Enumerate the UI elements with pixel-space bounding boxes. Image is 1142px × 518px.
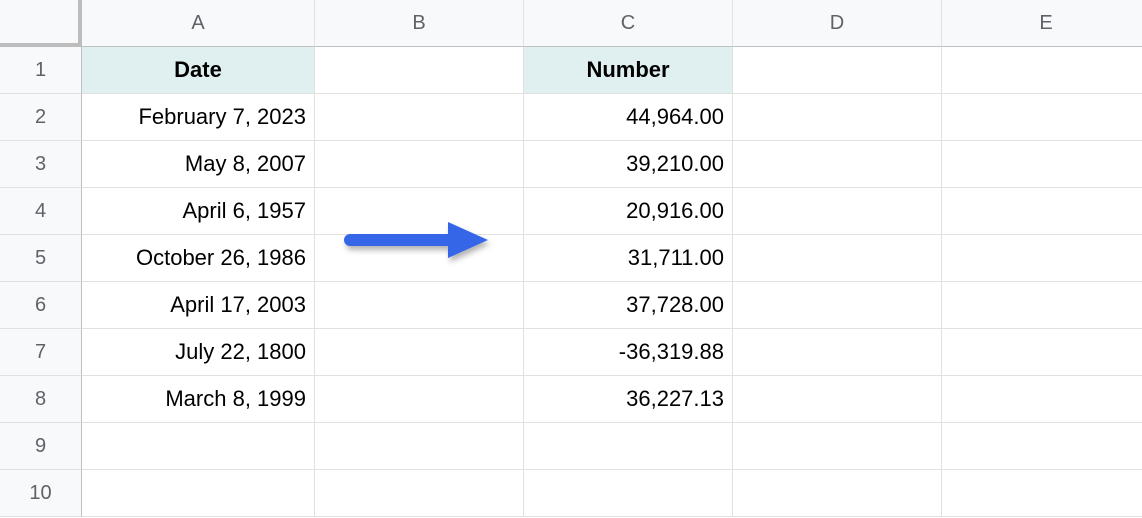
cell-B9[interactable] <box>315 423 524 470</box>
cell-A7[interactable]: July 22, 1800 <box>82 329 315 376</box>
cell-B10[interactable] <box>315 470 524 517</box>
cell-C9[interactable] <box>524 423 733 470</box>
cell-B7[interactable] <box>315 329 524 376</box>
cell-D7[interactable] <box>733 329 942 376</box>
row-header-6[interactable]: 6 <box>0 282 82 329</box>
col-header-A[interactable]: A <box>82 0 315 47</box>
cell-A9[interactable] <box>82 423 315 470</box>
cell-D4[interactable] <box>733 188 942 235</box>
row-header-5[interactable]: 5 <box>0 235 82 282</box>
row-header-9[interactable]: 9 <box>0 423 82 470</box>
cell-C1[interactable]: Number <box>524 47 733 94</box>
cell-E8[interactable] <box>942 376 1142 423</box>
cell-E3[interactable] <box>942 141 1142 188</box>
cell-A4[interactable]: April 6, 1957 <box>82 188 315 235</box>
cell-B5[interactable] <box>315 235 524 282</box>
cell-E5[interactable] <box>942 235 1142 282</box>
cell-D9[interactable] <box>733 423 942 470</box>
cell-D8[interactable] <box>733 376 942 423</box>
cell-E4[interactable] <box>942 188 1142 235</box>
cell-A10[interactable] <box>82 470 315 517</box>
cell-D10[interactable] <box>733 470 942 517</box>
row-header-3[interactable]: 3 <box>0 141 82 188</box>
row-header-4[interactable]: 4 <box>0 188 82 235</box>
col-header-D[interactable]: D <box>733 0 942 47</box>
cell-E7[interactable] <box>942 329 1142 376</box>
cell-A6[interactable]: April 17, 2003 <box>82 282 315 329</box>
col-header-E[interactable]: E <box>942 0 1142 47</box>
cell-C8[interactable]: 36,227.13 <box>524 376 733 423</box>
cell-D6[interactable] <box>733 282 942 329</box>
cell-A3[interactable]: May 8, 2007 <box>82 141 315 188</box>
cell-C5[interactable]: 31,711.00 <box>524 235 733 282</box>
cell-E2[interactable] <box>942 94 1142 141</box>
cell-B2[interactable] <box>315 94 524 141</box>
cell-E1[interactable] <box>942 47 1142 94</box>
cell-C7[interactable]: -36,319.88 <box>524 329 733 376</box>
cell-D2[interactable] <box>733 94 942 141</box>
cell-A2[interactable]: February 7, 2023 <box>82 94 315 141</box>
cell-B4[interactable] <box>315 188 524 235</box>
col-header-B[interactable]: B <box>315 0 524 47</box>
cell-A1[interactable]: Date <box>82 47 315 94</box>
row-header-7[interactable]: 7 <box>0 329 82 376</box>
cell-B3[interactable] <box>315 141 524 188</box>
cell-D1[interactable] <box>733 47 942 94</box>
cell-C6[interactable]: 37,728.00 <box>524 282 733 329</box>
row-header-10[interactable]: 10 <box>0 470 82 517</box>
cell-C2[interactable]: 44,964.00 <box>524 94 733 141</box>
row-header-8[interactable]: 8 <box>0 376 82 423</box>
cell-B6[interactable] <box>315 282 524 329</box>
cell-B1[interactable] <box>315 47 524 94</box>
cell-C3[interactable]: 39,210.00 <box>524 141 733 188</box>
row-header-2[interactable]: 2 <box>0 94 82 141</box>
corner-cell[interactable] <box>0 0 82 47</box>
col-header-C[interactable]: C <box>524 0 733 47</box>
cell-B8[interactable] <box>315 376 524 423</box>
cell-E6[interactable] <box>942 282 1142 329</box>
spreadsheet-grid: A B C D E 1 Date Number 2 February 7, 20… <box>0 0 1142 517</box>
cell-C4[interactable]: 20,916.00 <box>524 188 733 235</box>
cell-D3[interactable] <box>733 141 942 188</box>
cell-C10[interactable] <box>524 470 733 517</box>
cell-D5[interactable] <box>733 235 942 282</box>
cell-A8[interactable]: March 8, 1999 <box>82 376 315 423</box>
cell-E9[interactable] <box>942 423 1142 470</box>
cell-A5[interactable]: October 26, 1986 <box>82 235 315 282</box>
row-header-1[interactable]: 1 <box>0 47 82 94</box>
cell-E10[interactable] <box>942 470 1142 517</box>
